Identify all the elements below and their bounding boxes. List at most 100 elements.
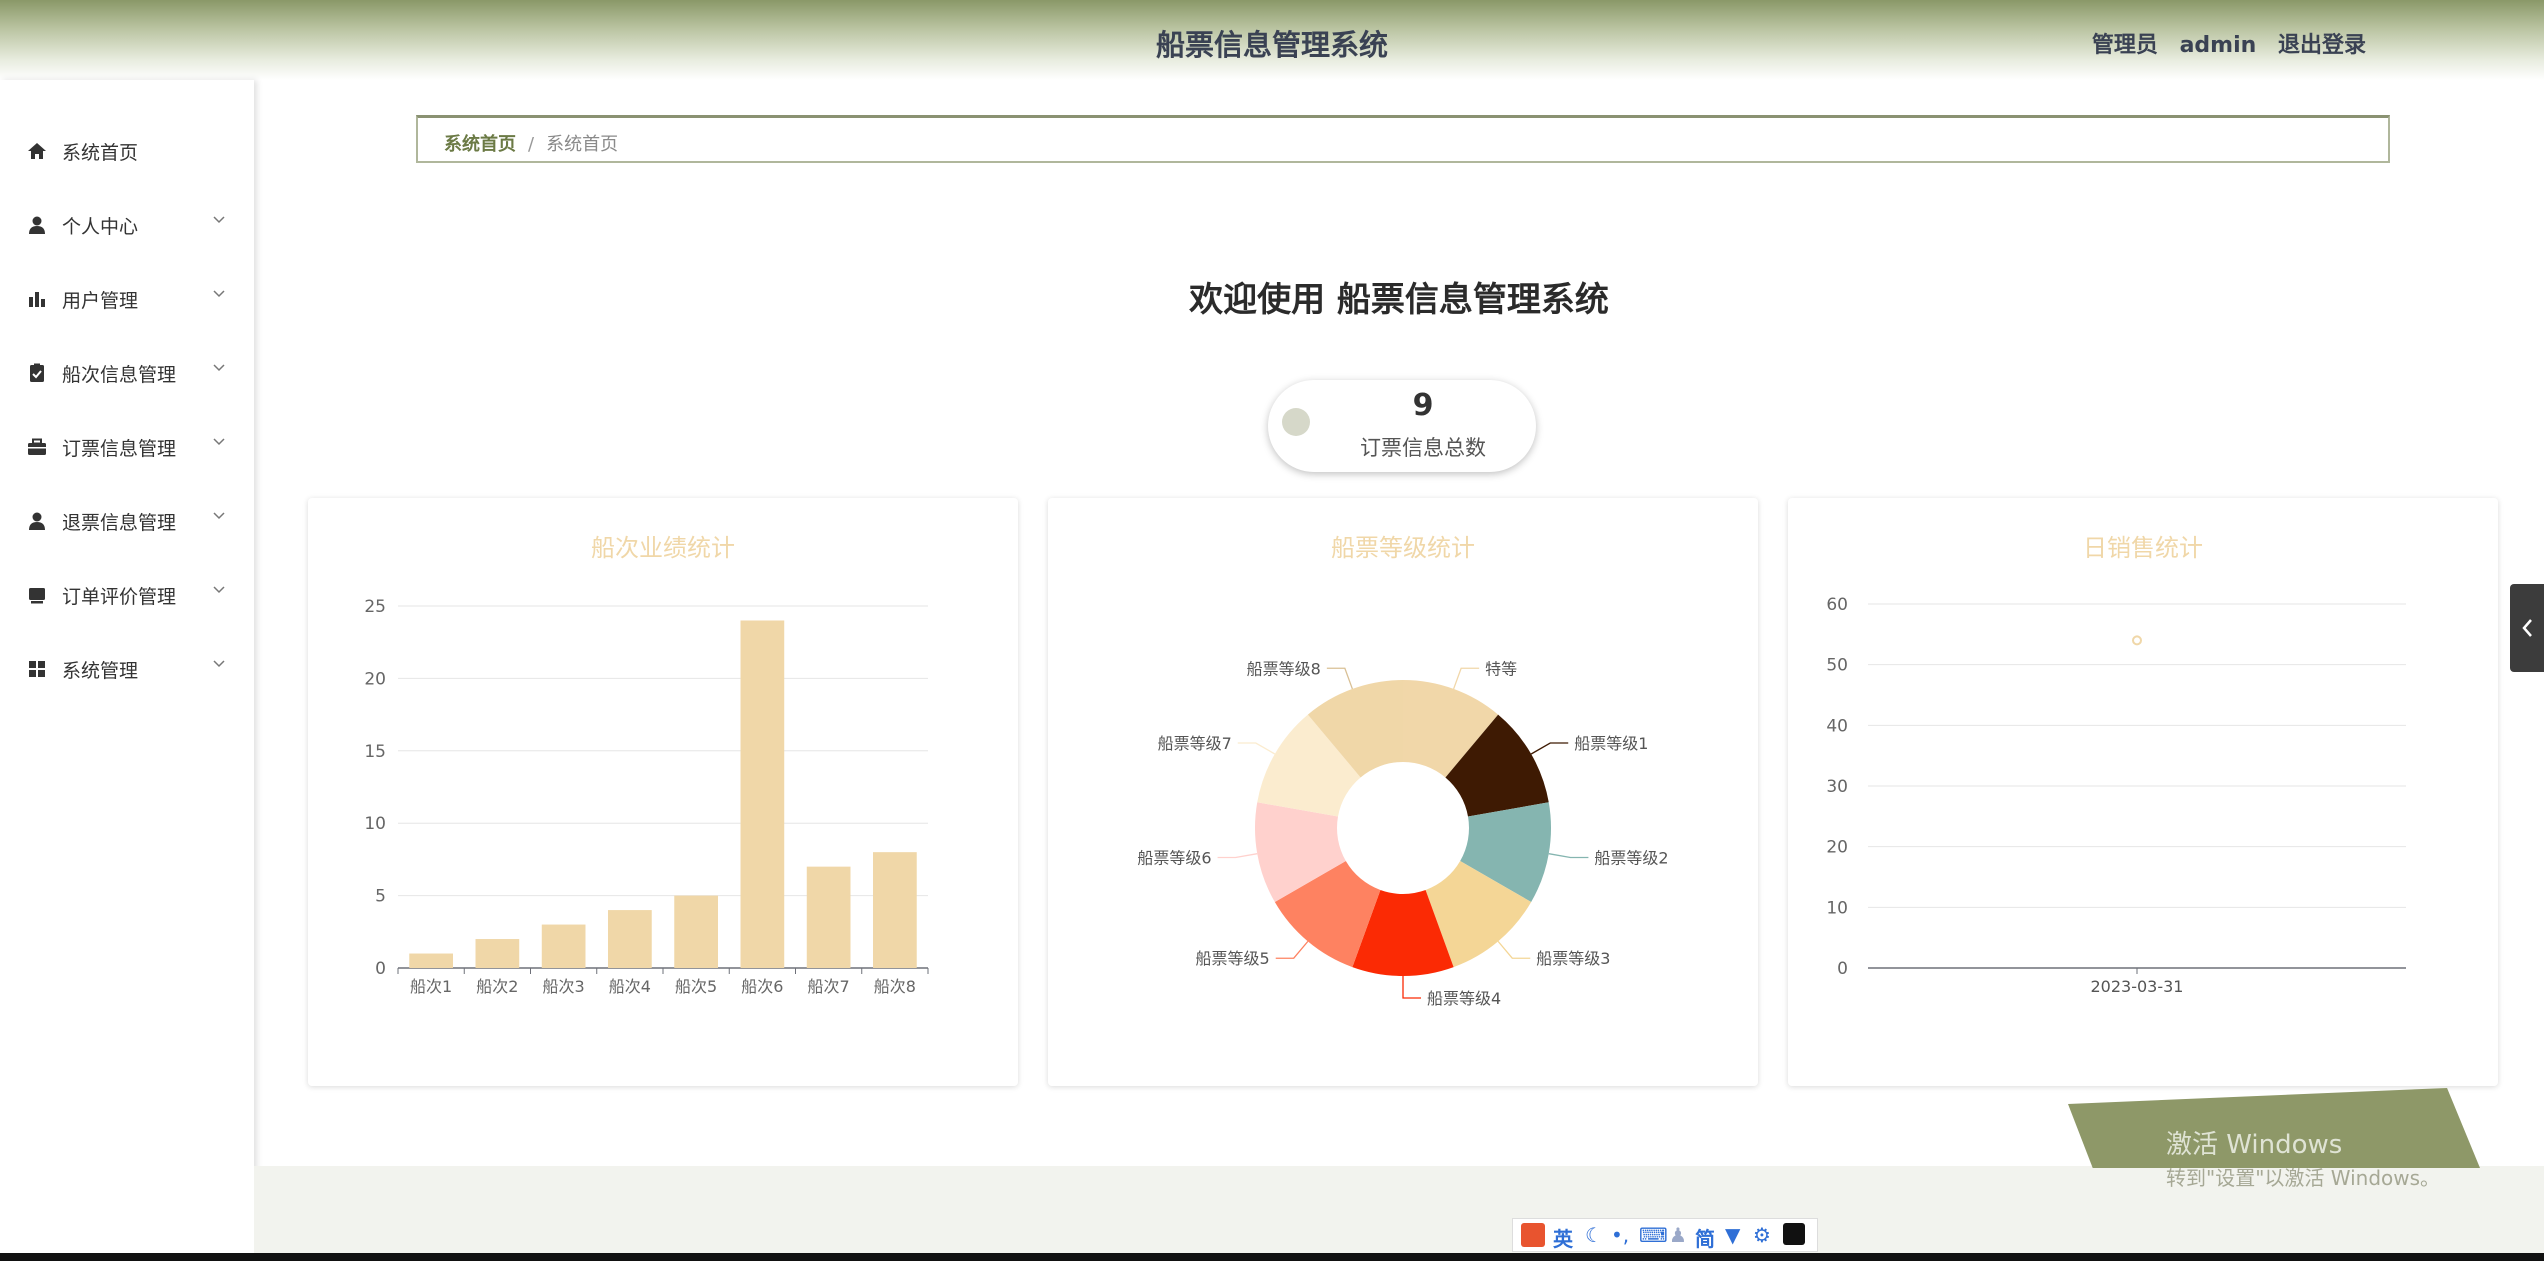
sidebar-item-home[interactable]: 系统首页 [0,116,254,190]
home-icon [28,143,46,159]
slice-label: 船票等级6 [1137,849,1211,868]
label-line [1237,742,1276,755]
y-tick-label: 40 [1826,716,1848,736]
chevron-down-icon [213,216,225,224]
taskbar [0,1253,2544,1261]
sidebar-item-label: 船次信息管理 [62,364,177,386]
moon-icon[interactable]: ☾ [1585,1223,1603,1247]
bar [674,895,718,968]
user-icon [29,216,45,234]
data-point [2132,635,2142,646]
bar [409,953,453,968]
punctuation-icon[interactable]: •, [1611,1223,1629,1247]
app-icon[interactable] [1783,1223,1805,1245]
user-role: 管理员 [2091,33,2158,58]
slice-label: 船票等级5 [1196,949,1270,968]
welcome-title: 欢迎使用 船票信息管理系统 [1189,280,1609,320]
booking-count-card: 9 订票信息总数 [1268,380,1536,472]
y-tick-label: 10 [364,814,386,834]
bar [740,620,785,968]
user-icon[interactable]: ♟ [1669,1223,1687,1247]
breadcrumb-current: 系统首页 [546,134,619,155]
label-line [1217,853,1258,859]
windows-watermark-text: 转到"设置"以激活 Windows。 [2166,1166,2441,1190]
y-tick-label: 50 [1826,656,1848,676]
sidebar: 系统首页 个人中心 用户管理 船次信息管理 订票信息管理 退票信息管理 订单评价… [0,80,254,1261]
x-tick-label: 船次1 [410,977,452,996]
daily-sales-panel: 日销售统计 0 10 20 30 40 50 60 2023-03-31 [1788,498,2498,1086]
sidebar-item-bookings[interactable]: 订票信息管理 [0,412,254,486]
breadcrumb-separator: / [528,134,535,155]
label-line [1326,667,1353,690]
label-line [1453,667,1480,690]
x-tick-label: 船次3 [543,977,585,996]
sidebar-item-personal[interactable]: 个人中心 [0,190,254,264]
ime-language-toggle[interactable]: 英 [1553,1223,1573,1252]
sidebar-item-label: 用户管理 [62,290,139,312]
x-tick-label: 船次5 [675,977,717,996]
label-line [1530,742,1569,755]
grid-icon [29,661,45,677]
bar [541,924,586,968]
slice-label: 船票等级8 [1247,659,1321,678]
sidebar-item-reviews[interactable]: 订单评价管理 [0,560,254,634]
bar [873,852,917,968]
voyage-performance-panel: 船次业绩统计 0 5 10 15 20 25 船次1 船次2 船次3 船次4 船次5 船次6 船次7 船次… [308,498,1018,1086]
gear-icon[interactable]: ⚙ [1753,1223,1771,1247]
stat-dot-icon [1282,408,1310,436]
keyboard-icon[interactable]: ⌨ [1639,1223,1668,1247]
bar [806,866,851,968]
logout-link[interactable]: 退出登录 [2278,33,2366,58]
user-name: admin [2179,33,2257,58]
x-tick-label: 船次6 [741,977,783,996]
chevron-down-icon [213,660,225,668]
y-tick-label: 20 [1826,838,1848,858]
y-tick-label: 20 [364,669,386,689]
x-tick-label: 船次7 [808,977,850,996]
y-tick-label: 30 [1826,777,1848,797]
sidebar-item-label: 个人中心 [62,216,139,238]
slice-label: 船票等级3 [1536,949,1610,968]
chevron-down-icon [213,438,225,446]
sidebar-item-refunds[interactable]: 退票信息管理 [0,486,254,560]
user-icon [29,512,45,530]
voyage-bar-chart: 0 5 10 15 20 25 船次1 船次2 船次3 船次4 船次5 船次6 船次7 船次8 [364,597,929,996]
y-tick-label: 60 [1826,595,1848,615]
user-area: 管理员 admin 退出登录 [2092,27,2366,59]
x-tick-label: 船次4 [609,977,651,996]
ticket-class-pie-chart: 特等船票等级1 船票等级2 船票等级3 船票等级4 船票等级5 船票等级6 船票等级7 船票等… [1137,659,1668,1008]
bar [475,939,520,968]
y-tick-label: 5 [375,887,386,907]
skin-icon[interactable]: ▼ [1725,1223,1740,1247]
x-tick-label: 2023-03-31 [2091,977,2184,996]
chevron-down-icon [213,512,225,520]
sidebar-item-label: 系统首页 [62,142,139,164]
daily-sales-chart: 0 10 20 30 40 50 60 2023-03-31 [1826,595,2406,996]
sidebar-item-system[interactable]: 系统管理 [0,634,254,708]
breadcrumb: 系统首页 / 系统首页 [416,115,2390,163]
ticket-class-panel: 船票等级统计 特等 船票等级1 船票等级2 船票等级3 船票等级4 船票等级5 船票等级6 船… [1048,498,1758,1086]
side-toggle-tab[interactable] [2510,584,2544,672]
sidebar-item-voyages[interactable]: 船次信息管理 [0,338,254,412]
ime-mode-toggle[interactable]: 简 [1695,1223,1715,1252]
sidebar-item-label: 退票信息管理 [62,512,177,534]
label-line [1548,853,1589,859]
label-line [1275,940,1309,959]
bar-chart-icon [29,292,45,307]
sidebar-item-label: 订单评价管理 [62,586,177,608]
sidebar-item-users[interactable]: 用户管理 [0,264,254,338]
chevron-down-icon [213,586,225,594]
y-tick-label: 15 [364,742,386,762]
stat-value: 9 [1412,388,1434,423]
breadcrumb-home[interactable]: 系统首页 [444,134,516,155]
label-line [1402,976,1421,999]
x-tick-label: 船次8 [874,977,916,996]
windows-watermark-title: 激活 Windows [2166,1130,2343,1160]
clipboard-check-icon [30,363,44,382]
slice-label: 船票等级2 [1594,849,1668,868]
ime-logo-icon[interactable] [1521,1223,1545,1247]
y-tick-label: 0 [375,959,386,979]
slice-label: 船票等级4 [1427,989,1501,1008]
briefcase-icon [28,438,46,455]
y-tick-label: 0 [1837,959,1848,979]
